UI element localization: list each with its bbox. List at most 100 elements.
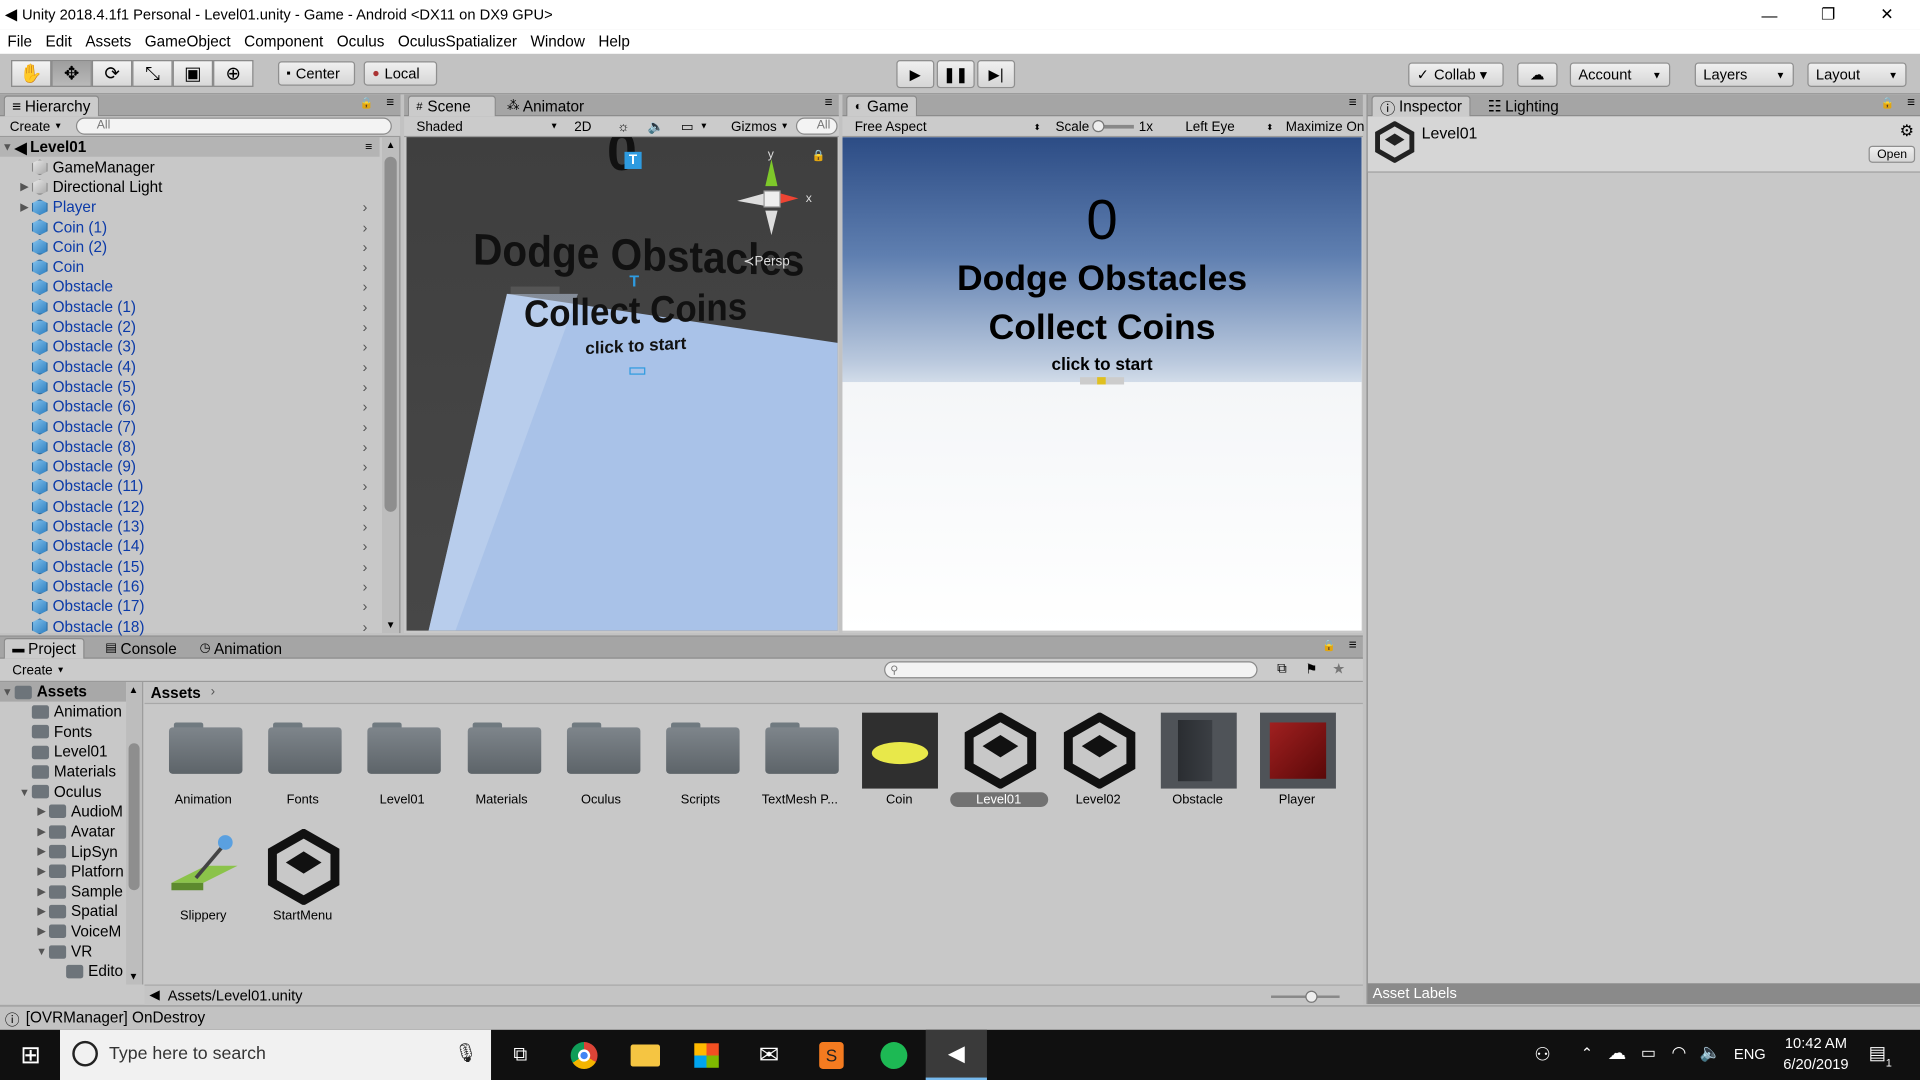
- hierarchy-search-input[interactable]: All: [75, 117, 392, 135]
- hierarchy-item[interactable]: Obstacle (7) ›: [0, 417, 380, 437]
- hierarchy-create-button[interactable]: Create ▼: [5, 118, 67, 136]
- panel-menu-icon[interactable]: ≡: [386, 96, 394, 111]
- lock-icon[interactable]: 🔒: [1881, 97, 1895, 110]
- tab-console[interactable]: ▤ Console: [98, 638, 184, 659]
- hierarchy-item[interactable]: Obstacle (9) ›: [0, 457, 380, 477]
- filter-label-icon[interactable]: ⚑: [1305, 661, 1317, 677]
- asset-item[interactable]: Fonts: [254, 705, 352, 818]
- prefab-open-icon[interactable]: ›: [362, 219, 367, 236]
- taskbar-spotify[interactable]: [863, 1030, 924, 1080]
- taskbar-mail[interactable]: ✉: [738, 1030, 799, 1080]
- folder-tree-item[interactable]: ▶ LipSyn: [0, 842, 126, 862]
- expand-arrow-icon[interactable]: ▶: [34, 885, 49, 898]
- expand-arrow-icon[interactable]: ▼: [17, 786, 32, 798]
- hierarchy-item[interactable]: Obstacle (5) ›: [0, 377, 380, 397]
- asset-item[interactable]: Player: [1248, 705, 1346, 818]
- notification-icon[interactable]: ▤: [1869, 1042, 1886, 1064]
- project-search-input[interactable]: ⚲: [884, 661, 1258, 679]
- panel-menu-icon[interactable]: ≡: [825, 96, 833, 111]
- folder-tree-item[interactable]: ▶ Platforn: [0, 862, 126, 882]
- menu-item-edit[interactable]: Edit: [45, 33, 71, 50]
- hierarchy-item[interactable]: Obstacle (18) ›: [0, 616, 380, 636]
- folder-tree-item[interactable]: Edito: [0, 961, 126, 981]
- menu-item-oculus[interactable]: Oculus: [337, 33, 385, 50]
- hierarchy-item[interactable]: GameManager: [0, 157, 380, 177]
- volume-icon[interactable]: 🔈: [1700, 1042, 1721, 1063]
- minimize-button[interactable]: —: [1741, 0, 1797, 29]
- tab-project[interactable]: ▬ Project: [3, 637, 85, 659]
- hierarchy-item[interactable]: Obstacle (16) ›: [0, 576, 380, 596]
- expand-arrow-icon[interactable]: ▶: [34, 905, 49, 918]
- expand-arrow-icon[interactable]: ▶: [17, 200, 32, 213]
- asset-item[interactable]: StartMenu: [254, 822, 352, 935]
- hierarchy-item[interactable]: Obstacle (1) ›: [0, 297, 380, 317]
- layers-dropdown[interactable]: Layers ▼: [1694, 62, 1794, 87]
- breadcrumb-assets[interactable]: Assets: [151, 684, 201, 701]
- scene-root-row[interactable]: ▼ ◀ Level01 ≡: [0, 137, 380, 158]
- prefab-open-icon[interactable]: ›: [362, 298, 367, 315]
- close-button[interactable]: ✕: [1859, 0, 1915, 29]
- scroll-down-icon[interactable]: ▼: [129, 971, 139, 982]
- menu-item-help[interactable]: Help: [598, 33, 629, 50]
- icon-size-slider[interactable]: [1271, 990, 1340, 1003]
- task-view-button[interactable]: ⧉: [490, 1030, 551, 1080]
- scale-slider[interactable]: [1092, 120, 1134, 133]
- prefab-open-icon[interactable]: ›: [362, 278, 367, 295]
- hierarchy-item[interactable]: Obstacle (12) ›: [0, 497, 380, 517]
- language-indicator[interactable]: ENG: [1734, 1046, 1766, 1063]
- prefab-open-icon[interactable]: ›: [362, 318, 367, 335]
- folder-tree-item[interactable]: Animation: [0, 702, 126, 722]
- scroll-up-icon[interactable]: ▲: [129, 684, 139, 695]
- rect-tool-button[interactable]: ▣: [172, 60, 214, 87]
- battery-icon[interactable]: ▭: [1641, 1043, 1656, 1063]
- hierarchy-item[interactable]: ▶ Directional Light: [0, 177, 380, 197]
- panel-menu-icon[interactable]: ≡: [1349, 96, 1357, 111]
- folder-tree-item[interactable]: ▶ AudioM: [0, 802, 126, 822]
- eye-dropdown[interactable]: Left Eye ⬍: [1180, 118, 1278, 136]
- start-button[interactable]: ⊞: [0, 1030, 61, 1080]
- folder-tree-item[interactable]: ▼ VR: [0, 942, 126, 962]
- open-button[interactable]: Open: [1868, 145, 1916, 163]
- aspect-dropdown[interactable]: Free Aspect ⬍: [850, 118, 1046, 136]
- orientation-gizmo[interactable]: y x: [727, 147, 825, 257]
- transform-tool-button[interactable]: ⊕: [213, 60, 254, 87]
- prefab-open-icon[interactable]: ›: [362, 199, 367, 216]
- prefab-open-icon[interactable]: ›: [362, 438, 367, 455]
- taskbar-store[interactable]: [676, 1030, 737, 1080]
- chevron-up-icon[interactable]: ⌃: [1581, 1044, 1593, 1061]
- asset-item[interactable]: Scripts: [651, 705, 749, 818]
- panel-menu-icon[interactable]: ≡: [1907, 96, 1915, 111]
- wifi-icon[interactable]: ◠: [1671, 1042, 1686, 1063]
- asset-labels-bar[interactable]: Asset Labels: [1367, 983, 1920, 1005]
- asset-item[interactable]: Coin: [850, 705, 948, 818]
- menu-item-component[interactable]: Component: [244, 33, 323, 50]
- lock-icon[interactable]: 🔒: [360, 97, 374, 110]
- folder-tree-item[interactable]: ▶ Sample: [0, 882, 126, 902]
- asset-item[interactable]: Animation: [154, 705, 252, 818]
- people-icon[interactable]: ⚇: [1534, 1043, 1550, 1065]
- account-dropdown[interactable]: Account ▼: [1569, 62, 1671, 87]
- hierarchy-item[interactable]: ▶ Player ›: [0, 197, 380, 217]
- expand-arrow-icon[interactable]: ▶: [34, 925, 49, 938]
- prefab-open-icon[interactable]: ›: [362, 498, 367, 515]
- hierarchy-item[interactable]: Obstacle (2) ›: [0, 317, 380, 337]
- prefab-open-icon[interactable]: ›: [362, 538, 367, 555]
- prefab-open-icon[interactable]: ›: [362, 338, 367, 355]
- taskbar-chrome[interactable]: [553, 1030, 614, 1080]
- asset-item[interactable]: Level02: [1049, 705, 1147, 818]
- taskbar-sublime[interactable]: S: [801, 1030, 862, 1080]
- audio-toggle[interactable]: 🔈: [643, 118, 670, 136]
- filter-type-icon[interactable]: ⧉: [1277, 661, 1287, 677]
- move-tool-button[interactable]: ✥: [51, 60, 92, 87]
- scroll-thumb[interactable]: [128, 743, 140, 891]
- asset-item[interactable]: TextMesh P...: [751, 705, 849, 818]
- expand-arrow-icon[interactable]: ▶: [34, 845, 49, 858]
- hierarchy-item[interactable]: Obstacle (11) ›: [0, 477, 380, 497]
- hierarchy-item[interactable]: Obstacle (4) ›: [0, 357, 380, 377]
- asset-item[interactable]: Level01: [353, 705, 451, 818]
- favorite-star-icon[interactable]: ★: [1332, 660, 1345, 677]
- rotate-tool-button[interactable]: ⟳: [91, 60, 133, 87]
- cloud-button[interactable]: ☁: [1517, 62, 1558, 87]
- hierarchy-item[interactable]: Obstacle (3) ›: [0, 337, 380, 357]
- step-button[interactable]: ▶|: [977, 60, 1016, 89]
